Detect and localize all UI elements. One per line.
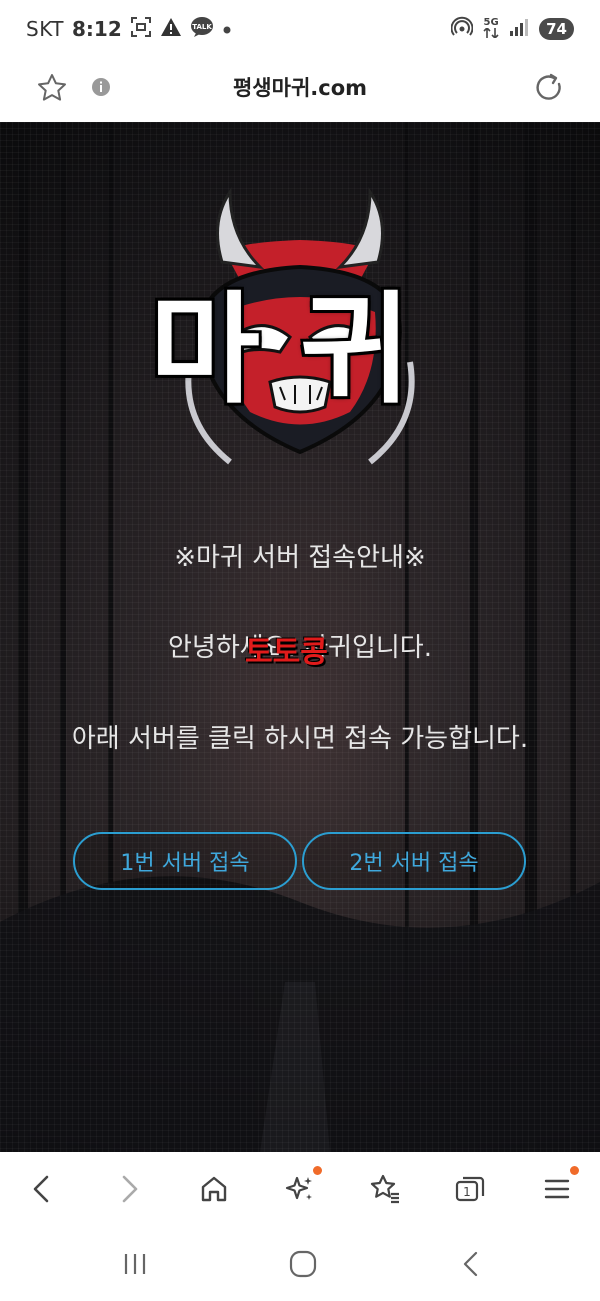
home-icon[interactable] bbox=[189, 1166, 239, 1212]
logo-text: 마귀 bbox=[149, 281, 451, 420]
menu-notification-dot bbox=[570, 1166, 579, 1175]
address-bar: 평생마귀.com bbox=[0, 58, 600, 122]
tabs-icon[interactable]: 1 bbox=[445, 1166, 495, 1212]
screenshot-icon bbox=[130, 16, 152, 42]
dot-icon bbox=[222, 20, 232, 39]
watermark-text: 토토콩 bbox=[245, 635, 328, 670]
status-left: SKT 8:12 TALK bbox=[26, 15, 232, 43]
system-back-icon[interactable] bbox=[446, 1244, 496, 1284]
network-5g-icon: 5G bbox=[483, 16, 499, 41]
recent-apps-icon[interactable] bbox=[110, 1244, 160, 1284]
bookmarks-icon[interactable] bbox=[360, 1166, 410, 1212]
instruction-text: 아래 서버를 클릭 하시면 접속 가능합니다. bbox=[71, 724, 529, 754]
system-nav-bar bbox=[0, 1226, 600, 1301]
back-icon[interactable] bbox=[17, 1166, 67, 1212]
menu-icon[interactable] bbox=[532, 1166, 582, 1212]
star-icon[interactable] bbox=[32, 68, 72, 108]
url-text[interactable]: 평생마귀.com bbox=[150, 72, 450, 102]
info-icon[interactable] bbox=[86, 72, 116, 102]
warning-icon bbox=[160, 17, 182, 41]
battery-icon: 74 bbox=[539, 18, 574, 40]
svg-text:TALK: TALK bbox=[192, 23, 212, 31]
server-2-button[interactable]: 2번 서버 접속 bbox=[302, 832, 526, 890]
clock: 8:12 bbox=[71, 17, 122, 41]
forward-icon[interactable] bbox=[104, 1166, 154, 1212]
home-circle-icon[interactable] bbox=[278, 1244, 328, 1284]
hotspot-icon bbox=[450, 16, 474, 42]
talk-icon: TALK bbox=[190, 16, 214, 42]
sparkle-notification-dot bbox=[313, 1166, 322, 1175]
sparkle-icon[interactable] bbox=[275, 1166, 325, 1212]
svg-text:1: 1 bbox=[463, 1185, 471, 1199]
reload-icon[interactable] bbox=[528, 68, 572, 108]
network-label: 5G bbox=[483, 16, 499, 28]
signal-icon bbox=[509, 17, 529, 41]
browser-toolbar: 1 bbox=[0, 1152, 600, 1226]
carrier-label: SKT bbox=[26, 17, 64, 41]
notice-heading: ※마귀 서버 접속안내※ bbox=[174, 543, 426, 573]
status-right: 5G 74 bbox=[450, 15, 574, 43]
status-bar: SKT 8:12 TALK 5G 74 bbox=[0, 0, 600, 58]
web-content: 마귀 ※마귀 서버 접속안내※ 안녕하세요. 마귀입니다. 토토콩 아래 서버를… bbox=[0, 122, 600, 1152]
server-1-button[interactable]: 1번 서버 접속 bbox=[73, 832, 297, 890]
